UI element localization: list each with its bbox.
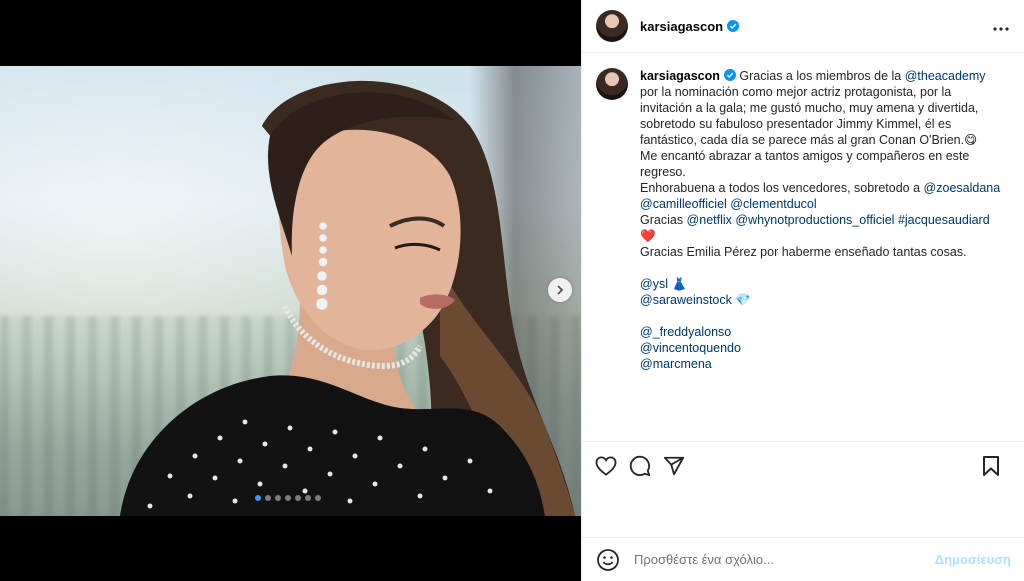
more-options-icon[interactable]: [993, 18, 1009, 36]
portrait-illustration: [120, 80, 575, 516]
caption-username[interactable]: karsiagascon: [640, 69, 720, 83]
mention-link[interactable]: @clementducol: [730, 197, 816, 211]
slide-dot: [275, 495, 281, 501]
next-slide-button[interactable]: [548, 278, 572, 302]
slide-dot: [315, 495, 321, 501]
post-comment-button[interactable]: Δημοσίευση: [935, 552, 1011, 567]
caption-text-4: Gracias: [640, 213, 687, 227]
chevron-right-icon: [557, 285, 564, 295]
emoji-icon[interactable]: [596, 548, 620, 572]
mention-link[interactable]: @ysl: [640, 277, 668, 291]
caption-paragraph: Gracias Emilia Pérez por haberme enseñad…: [640, 245, 967, 259]
caption-text-3: Enhorabuena a todos los vencedores, sobr…: [640, 181, 924, 195]
slide-dot: [305, 495, 311, 501]
caption-text-1: Gracias a los miembros de la: [735, 69, 905, 83]
mention-link[interactable]: @vincentoquendo: [640, 340, 1005, 356]
post-side-panel: karsiagascon karsiagascon Gracias a los …: [581, 0, 1024, 581]
mention-link[interactable]: @zoesaldana: [924, 181, 1001, 195]
mention-link[interactable]: @whynotproductions_officiel: [735, 213, 894, 227]
author-username[interactable]: karsiagascon: [640, 19, 723, 34]
post-photo[interactable]: [0, 66, 581, 516]
like-button[interactable]: [594, 454, 618, 478]
comment-input[interactable]: [634, 552, 935, 567]
mention-link[interactable]: @saraweinstock: [640, 293, 732, 307]
post-actions: [582, 441, 1024, 489]
heart-icon: [595, 455, 617, 476]
post-header: karsiagascon: [582, 0, 1024, 53]
verified-badge-icon: [727, 20, 740, 32]
bookmark-icon: [983, 456, 999, 476]
caption-avatar[interactable]: [596, 68, 628, 100]
slide-dot: [295, 495, 301, 501]
mention-link[interactable]: @marcmena: [640, 356, 1005, 372]
media-pane: [0, 0, 581, 581]
caption-text-2: por la nominación como mejor actriz prot…: [640, 85, 979, 147]
heart-emoji: ❤️: [640, 229, 656, 243]
caption-area: karsiagascon Gracias a los miembros de l…: [582, 54, 1024, 440]
send-icon: [663, 456, 685, 475]
gem-emoji: 💎: [735, 293, 751, 307]
mention-link[interactable]: @theacademy: [905, 69, 986, 83]
slide-dot: [285, 495, 291, 501]
post-dialog: karsiagascon karsiagascon Gracias a los …: [0, 0, 1024, 581]
share-button[interactable]: [662, 454, 686, 478]
comment-bar: Δημοσίευση: [582, 537, 1024, 581]
comment-icon: [629, 455, 651, 476]
mention-link[interactable]: @_freddyalonso: [640, 324, 1005, 340]
dress-emoji: 👗: [671, 277, 688, 291]
caption-paragraph: Me encantó abrazar a tantos amigos y com…: [640, 149, 970, 179]
slide-indicator: [255, 495, 321, 501]
slide-dot: [265, 495, 271, 501]
verified-badge-icon: [723, 69, 736, 81]
hashtag-link[interactable]: #jacquesaudiard: [898, 213, 990, 227]
comment-button[interactable]: [628, 454, 652, 478]
slide-dot: [255, 495, 261, 501]
avatar[interactable]: [596, 10, 628, 42]
caption-text: karsiagascon Gracias a los miembros de l…: [640, 68, 1005, 440]
mention-link[interactable]: @camilleofficiel: [640, 197, 727, 211]
mention-link[interactable]: @netflix: [687, 213, 732, 227]
save-button[interactable]: [979, 454, 1003, 478]
